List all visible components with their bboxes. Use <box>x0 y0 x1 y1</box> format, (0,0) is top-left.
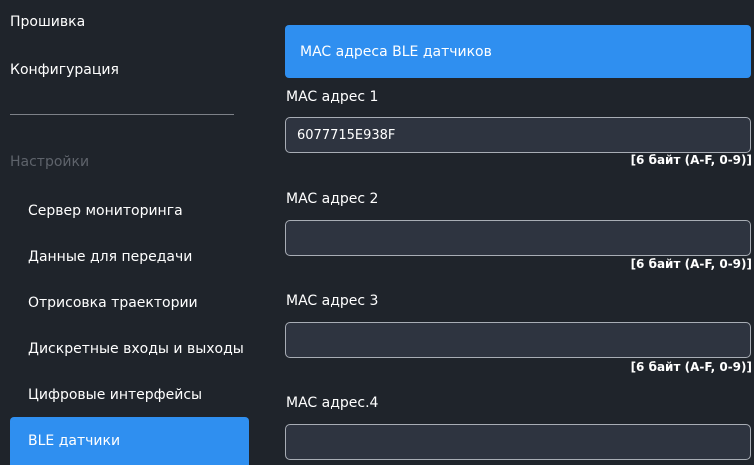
mac-1-label: MAC адрес 1 <box>286 89 379 105</box>
sidebar-item-discrete-io[interactable]: Дискретные входы и выходы <box>10 327 249 371</box>
sidebar-divider <box>10 114 234 115</box>
sidebar: Прошивка Конфигурация Настройки Сервер м… <box>0 0 256 465</box>
sidebar-item-trajectory-rendering[interactable]: Отрисовка траектории <box>10 281 249 325</box>
sidebar-item-transmit-data[interactable]: Данные для передачи <box>10 235 249 279</box>
sidebar-item-monitoring-server[interactable]: Сервер мониторинга <box>10 189 249 233</box>
banner-title: MAC адреса BLE датчиков <box>300 43 492 60</box>
mac-3-label: MAC адрес 3 <box>286 293 379 309</box>
settings-section-label: Настройки <box>10 154 90 170</box>
ble-mac-banner: MAC адреса BLE датчиков <box>285 25 751 78</box>
mac-3-hint: [6 байт (A-F, 0-9)] <box>630 360 752 374</box>
sidebar-item-label: Дискретные входы и выходы <box>28 341 244 357</box>
configuration-link[interactable]: Конфигурация <box>10 62 119 78</box>
sidebar-item-ble-sensors[interactable]: BLE датчики <box>10 417 249 465</box>
sidebar-item-digital-interfaces[interactable]: Цифровые интерфейсы <box>10 373 249 417</box>
firmware-link[interactable]: Прошивка <box>10 14 85 30</box>
mac-2-input[interactable] <box>285 220 751 256</box>
sidebar-item-label: Цифровые интерфейсы <box>28 387 203 403</box>
sidebar-item-label: Отрисовка траектории <box>28 295 198 311</box>
mac-1-input[interactable] <box>285 117 751 153</box>
mac-2-hint: [6 байт (A-F, 0-9)] <box>630 257 752 271</box>
mac-2-label: MAC адрес 2 <box>286 191 379 207</box>
mac-4-label: MAC адрес.4 <box>286 395 379 411</box>
mac-1-hint: [6 байт (A-F, 0-9)] <box>630 153 752 167</box>
mac-4-input[interactable] <box>285 424 751 460</box>
main-content: MAC адреса BLE датчиков MAC адрес 1 [6 б… <box>276 0 754 461</box>
sidebar-item-label: Данные для передачи <box>28 249 193 265</box>
sidebar-item-label: BLE датчики <box>28 433 121 449</box>
sidebar-item-label: Сервер мониторинга <box>28 203 183 219</box>
mac-3-input[interactable] <box>285 322 751 358</box>
